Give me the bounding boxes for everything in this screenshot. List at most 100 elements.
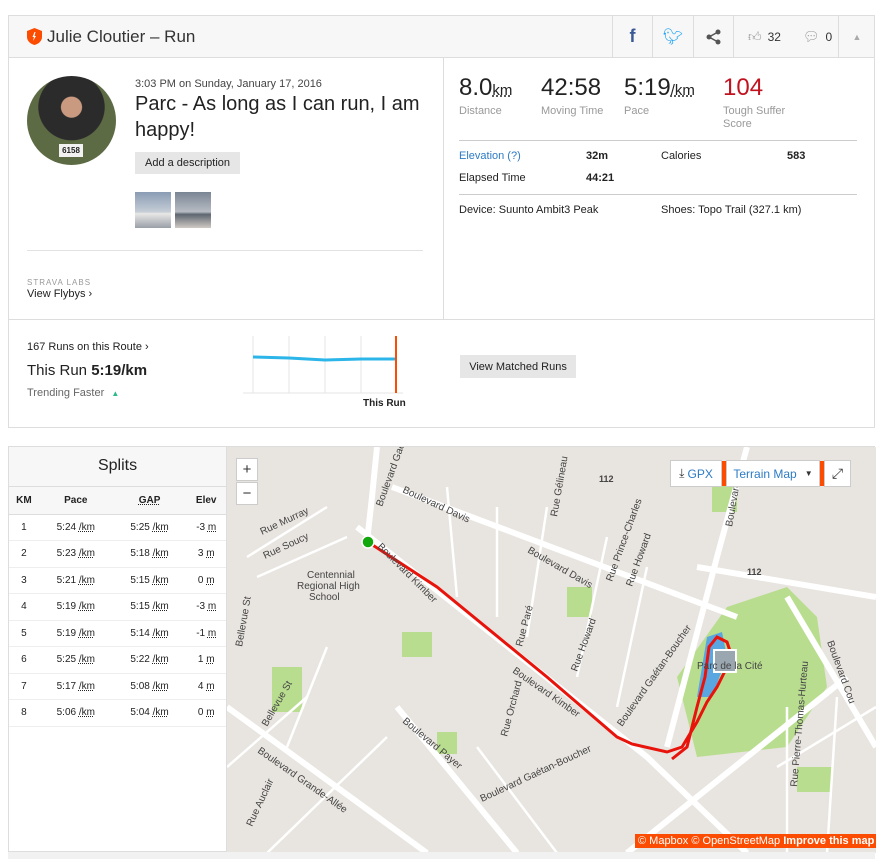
split-row[interactable]: 1 5:24 /km 5:25 /km -3 m — [9, 514, 226, 541]
map-street-label: Rue Howard — [569, 617, 598, 673]
col-gap[interactable]: GAP — [112, 487, 187, 515]
view-flybys-link[interactable]: View Flybys › — [27, 288, 92, 300]
matched-runs-section: 167 Runs on this Route › This Run 5:19/k… — [9, 319, 874, 429]
facebook-share-button[interactable]: f — [612, 16, 652, 57]
share-button[interactable] — [693, 16, 733, 57]
split-gap: 5:25 /km — [112, 514, 187, 541]
kudos-count[interactable]: 32 — [768, 30, 781, 44]
footer-resize-handle[interactable] — [8, 852, 875, 859]
collapse-icon: ▲ — [852, 31, 862, 42]
split-elev: -1 m — [186, 620, 226, 647]
this-run-pace: This Run 5:19/km — [27, 362, 148, 379]
split-gap: 5:22 /km — [112, 646, 187, 674]
page-title: Julie Cloutier – Run — [47, 27, 196, 46]
comment-icon[interactable]: 💬︎ — [803, 29, 820, 45]
strava-labs-label: STRAVA LABS — [27, 278, 92, 287]
twitter-icon: 🐦︎ — [662, 28, 684, 46]
split-pace: 5:19 /km — [38, 620, 113, 647]
street — [445, 486, 459, 598]
split-pace: 5:19 /km — [38, 593, 113, 621]
split-km: 8 — [9, 699, 39, 727]
split-row[interactable]: 7 5:17 /km 5:08 /km 4 m — [9, 673, 226, 700]
share-icon — [706, 29, 720, 44]
split-row[interactable]: 5 5:19 /km 5:14 /km -1 m — [9, 620, 226, 647]
gpx-download-button[interactable]: ⤓ GPX — [670, 460, 722, 487]
elevation-label[interactable]: Elevation (?) — [459, 150, 521, 162]
split-gap: 5:18 /km — [112, 540, 187, 568]
kudos-comments-group: 👍︎ 32 💬︎ 0 — [733, 16, 838, 57]
activity-card: Julie Cloutier – Run f 🐦︎ 👍︎ 32 💬︎ 0 ▲ 615… — [8, 15, 875, 428]
add-description-button[interactable]: Add a description — [135, 152, 240, 174]
split-elev: 3 m — [186, 540, 226, 568]
split-row[interactable]: 3 5:21 /km 5:15 /km 0 m — [9, 567, 226, 594]
split-pace: 5:24 /km — [38, 514, 113, 541]
activity-photo[interactable] — [135, 192, 171, 228]
map-street-label: Rue Gélineau — [549, 455, 570, 517]
map-type-dropdown[interactable]: Terrain Map ▼ — [726, 460, 820, 487]
divider — [459, 194, 857, 195]
calories-value: 583 — [787, 150, 806, 162]
split-gap: 5:08 /km — [112, 673, 187, 700]
map-canvas[interactable]: Boulevard GaéBoulevard Davis Rue Gélineau… — [227, 447, 876, 853]
split-pace: 5:25 /km — [38, 646, 113, 674]
fullscreen-button[interactable]: ⤢ — [824, 460, 851, 487]
route-map[interactable]: Boulevard Gaé Boulevard Davis Rue Gélineau… — [227, 447, 876, 853]
stat-moving-time: 42:58 Moving Time — [541, 74, 604, 117]
fullscreen-icon: ⤢ — [831, 465, 844, 481]
split-elev: 0 m — [186, 567, 226, 594]
comment-count[interactable]: 0 — [825, 30, 832, 44]
split-pace: 5:23 /km — [38, 540, 113, 568]
divider — [459, 140, 857, 141]
stat-distance: 8.0km Distance — [459, 74, 513, 117]
run-shield-icon — [27, 28, 42, 45]
facebook-icon: f — [629, 26, 636, 46]
map-street-label: School — [309, 592, 340, 603]
col-km: KM — [9, 487, 39, 515]
device-info: Device: Suunto Ambit3 Peak — [459, 204, 599, 216]
activity-photo[interactable] — [175, 192, 211, 228]
caret-down-icon: ▼ — [804, 469, 813, 478]
zoom-out-button[interactable]: − — [236, 482, 258, 505]
split-pace: 5:17 /km — [38, 673, 113, 700]
view-matched-runs-button[interactable]: View Matched Runs — [460, 355, 576, 378]
col-elev: Elev — [186, 487, 226, 515]
split-row[interactable]: 6 5:25 /km 5:22 /km 1 m — [9, 646, 226, 674]
chart-this-run-label: This Run — [363, 398, 406, 409]
map-street-label: Boulevard Gaé — [374, 447, 407, 508]
start-marker — [361, 535, 375, 549]
thumbs-up-icon[interactable]: 👍︎ — [748, 29, 762, 45]
split-row[interactable]: 2 5:23 /km 5:18 /km 3 m — [9, 540, 226, 568]
activity-name: Parc - As long as I can run, I am happy! — [135, 93, 420, 141]
splits-table: KM Pace GAP Elev 1 5:24 /km 5:25 /km -3 … — [9, 487, 226, 727]
stat-pace: 5:19/km Pace — [624, 74, 695, 117]
split-km: 7 — [9, 673, 39, 700]
park — [402, 632, 432, 657]
collapse-button[interactable]: ▲ — [838, 16, 875, 57]
park — [567, 587, 592, 617]
athlete-avatar[interactable]: 6158 — [27, 76, 116, 165]
split-km: 2 — [9, 540, 39, 568]
split-gap: 5:15 /km — [112, 567, 187, 594]
map-street-label: Rue Orchard — [499, 680, 524, 738]
stat-suffer-score[interactable]: 104 Tough Suffer Score — [723, 74, 803, 131]
activity-datetime: 3:03 PM on Sunday, January 17, 2016 — [135, 78, 322, 90]
twitter-share-button[interactable]: 🐦︎ — [652, 16, 693, 57]
split-elev: 1 m — [186, 646, 226, 674]
map-street-label: Centennial — [307, 570, 355, 581]
map-street-label: Boulevard Davis — [401, 485, 472, 526]
avatar-bib: 6158 — [59, 144, 83, 157]
splits-map-card: Splits KM Pace GAP Elev 1 5:24 /km 5:25 … — [8, 446, 876, 853]
runs-on-route-link[interactable]: 167 Runs on this Route › — [27, 341, 149, 353]
split-pace: 5:21 /km — [38, 567, 113, 594]
split-km: 3 — [9, 567, 39, 594]
map-attribution[interactable]: © Mapbox © OpenStreetMap Improve this ma… — [635, 834, 876, 848]
splits-title: Splits — [9, 447, 226, 487]
zoom-in-button[interactable]: + — [236, 458, 258, 481]
parks — [272, 472, 832, 792]
splits-panel: Splits KM Pace GAP Elev 1 5:24 /km 5:25 … — [9, 447, 227, 853]
split-row[interactable]: 8 5:06 /km 5:04 /km 0 m — [9, 699, 226, 727]
shoes-info: Shoes: Topo Trail (327.1 km) — [661, 204, 802, 216]
elapsed-time-label: Elapsed Time — [459, 172, 526, 184]
split-row[interactable]: 4 5:19 /km 5:15 /km -3 m — [9, 593, 226, 621]
activity-header: Julie Cloutier – Run f 🐦︎ 👍︎ 32 💬︎ 0 ▲ — [9, 16, 874, 58]
